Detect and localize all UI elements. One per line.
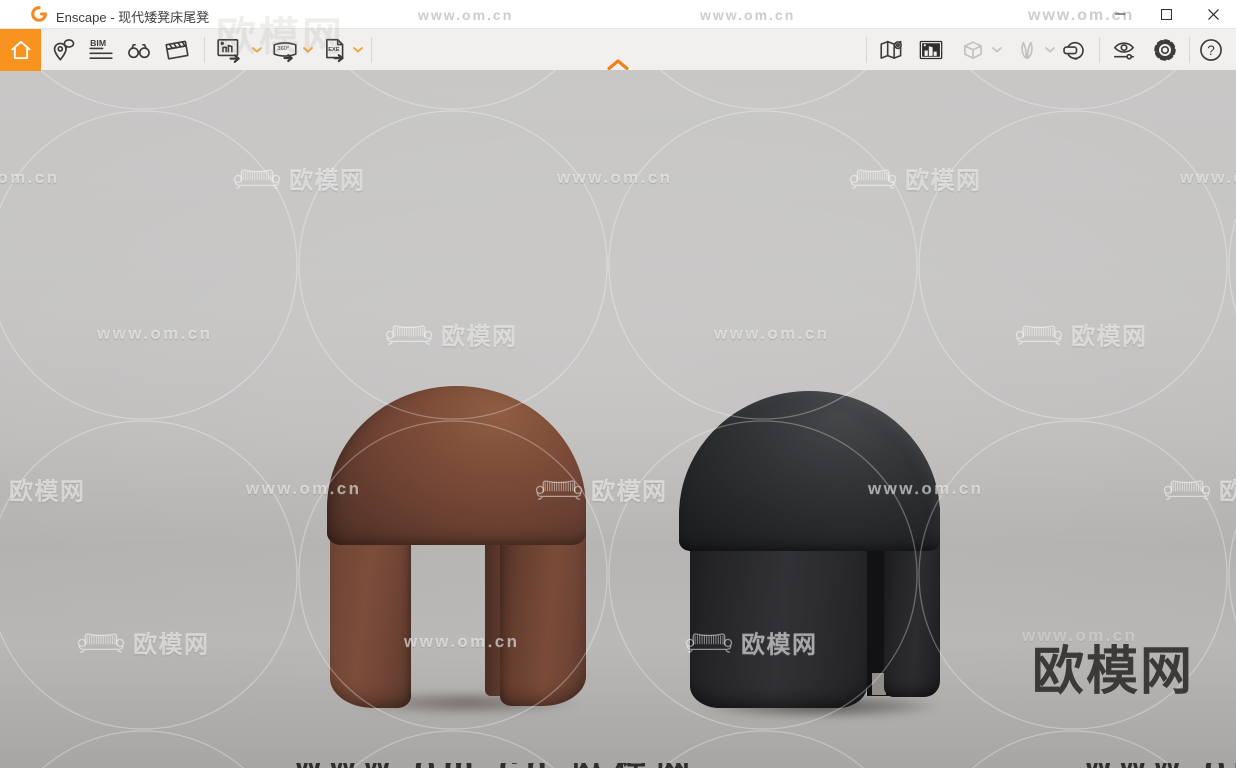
sofa-icon bbox=[849, 169, 897, 189]
toolbar-collapse-button[interactable] bbox=[605, 58, 631, 71]
sofa-icon bbox=[385, 325, 433, 345]
bim-icon: BIM bbox=[89, 38, 113, 59]
render-image-dropdown[interactable] bbox=[251, 46, 263, 54]
render-image-export-icon bbox=[217, 38, 240, 63]
chevron-down-icon bbox=[353, 47, 363, 53]
video-clapperboard-icon bbox=[165, 40, 189, 60]
help-icon: ? bbox=[1200, 39, 1222, 61]
chevron-down-icon bbox=[303, 47, 313, 53]
enscape-window: Enscape - 现代矮凳床尾凳 www.om.cn www.om.cn ww… bbox=[0, 0, 1236, 768]
chevron-down-icon bbox=[992, 47, 1002, 53]
toolbar-separator bbox=[1099, 37, 1100, 63]
svg-text:EXE: EXE bbox=[328, 47, 340, 53]
watermark-logo: 欧模网 bbox=[0, 472, 86, 507]
site-context-dropdown[interactable] bbox=[1044, 46, 1056, 54]
view-management-button[interactable] bbox=[875, 33, 909, 67]
stool-black bbox=[679, 391, 940, 711]
close-button[interactable] bbox=[1190, 0, 1236, 28]
titlebar-watermark: www.om.cn bbox=[418, 7, 514, 23]
large-brand-watermark: 欧模网 bbox=[1032, 643, 1195, 701]
exe-export-button[interactable]: EXE bbox=[318, 33, 352, 67]
toolbar-separator bbox=[866, 37, 867, 63]
svg-text:360°: 360° bbox=[277, 46, 289, 52]
stool-brown-leather bbox=[327, 386, 586, 708]
exe-export-dropdown[interactable] bbox=[352, 46, 364, 54]
watermark-logo: 欧模网 bbox=[1014, 317, 1148, 352]
map-icon bbox=[880, 40, 902, 59]
asset-library-button[interactable] bbox=[914, 33, 948, 67]
watermark-logo: 欧模网 bbox=[76, 625, 210, 660]
sofa-icon bbox=[77, 633, 125, 653]
watermark-url: www.om.cn bbox=[714, 324, 830, 343]
watermark-url: www.om.cn bbox=[557, 168, 673, 187]
sofa-icon bbox=[1163, 480, 1211, 500]
minimize-icon bbox=[1115, 13, 1125, 15]
views-button[interactable] bbox=[122, 33, 156, 67]
sofa-icon bbox=[1015, 325, 1063, 345]
render-image-button[interactable] bbox=[212, 33, 248, 67]
panorama-dropdown[interactable] bbox=[302, 46, 314, 54]
location-chat-icon bbox=[53, 39, 75, 61]
chevron-down-icon bbox=[1045, 47, 1055, 53]
close-icon bbox=[1207, 8, 1219, 20]
settings-gear-icon bbox=[1154, 39, 1176, 61]
main-toolbar: BIM 360° EXE ? bbox=[0, 28, 1236, 71]
visual-settings-button[interactable] bbox=[1107, 33, 1141, 67]
cube-icon bbox=[964, 41, 982, 59]
toolbar-separator bbox=[371, 37, 372, 63]
model-cube-dropdown[interactable] bbox=[991, 46, 1003, 54]
stool-cap bbox=[327, 386, 586, 545]
vr-headset-icon bbox=[1063, 41, 1084, 60]
panorama-button[interactable]: 360° bbox=[268, 33, 302, 67]
svg-text:?: ? bbox=[1207, 43, 1215, 58]
watermark-logo: 欧模网 bbox=[1162, 472, 1236, 507]
watermark-url: www.om.cn bbox=[97, 324, 213, 343]
watermark-url: www.om.cn bbox=[1180, 168, 1236, 187]
sofa-icon bbox=[233, 169, 281, 189]
bim-mode-button[interactable]: BIM bbox=[84, 33, 118, 67]
site-context-button[interactable] bbox=[1010, 33, 1044, 67]
wings-icon bbox=[1021, 41, 1033, 59]
watermark-logo: 欧模网 bbox=[232, 161, 366, 196]
stool-cap bbox=[679, 391, 940, 551]
watermark-logo: 欧模网 bbox=[848, 161, 982, 196]
vr-mode-button[interactable] bbox=[1057, 33, 1091, 67]
clipped-watermark: www.om.cn 欧模网 bbox=[295, 763, 940, 768]
visual-settings-eye-icon bbox=[1113, 42, 1135, 60]
general-settings-button[interactable] bbox=[1148, 33, 1182, 67]
titlebar: Enscape - 现代矮凳床尾凳 www.om.cn www.om.cn ww… bbox=[0, 0, 1236, 28]
maximize-icon bbox=[1160, 8, 1172, 20]
binoculars-icon bbox=[128, 43, 150, 59]
sofa-icon bbox=[0, 488, 1, 492]
help-button[interactable]: ? bbox=[1194, 33, 1228, 67]
minimize-button[interactable] bbox=[1097, 0, 1143, 28]
enscape-logo-icon bbox=[30, 5, 48, 28]
feedback-location-button[interactable] bbox=[46, 33, 80, 67]
maximize-button[interactable] bbox=[1143, 0, 1189, 28]
toolbar-separator bbox=[1189, 37, 1190, 63]
svg-text:BIM: BIM bbox=[90, 38, 106, 48]
exe-export-icon: EXE bbox=[326, 38, 344, 63]
clipped-watermark: www.om.cn 欧模网 bbox=[1085, 763, 1236, 768]
watermark-logo: 欧模网 bbox=[384, 317, 518, 352]
model-cube-button[interactable] bbox=[956, 33, 990, 67]
panorama-360-icon: 360° bbox=[273, 42, 297, 63]
chevron-down-icon bbox=[252, 47, 262, 53]
home-button[interactable] bbox=[0, 29, 41, 71]
titlebar-watermark: www.om.cn bbox=[700, 7, 796, 23]
render-viewport[interactable]: www.om.cn 欧模网 www.om.cn 欧模网 www.om.cn www.o… bbox=[0, 70, 1236, 768]
home-icon bbox=[10, 40, 31, 60]
window-title: Enscape - 现代矮凳床尾凳 bbox=[56, 10, 210, 25]
toolbar-separator bbox=[204, 37, 205, 63]
asset-library-icon bbox=[919, 40, 943, 60]
chevron-up-icon bbox=[607, 59, 629, 71]
watermark-url: www.om.cn bbox=[0, 168, 60, 187]
video-editor-button[interactable] bbox=[160, 33, 194, 67]
